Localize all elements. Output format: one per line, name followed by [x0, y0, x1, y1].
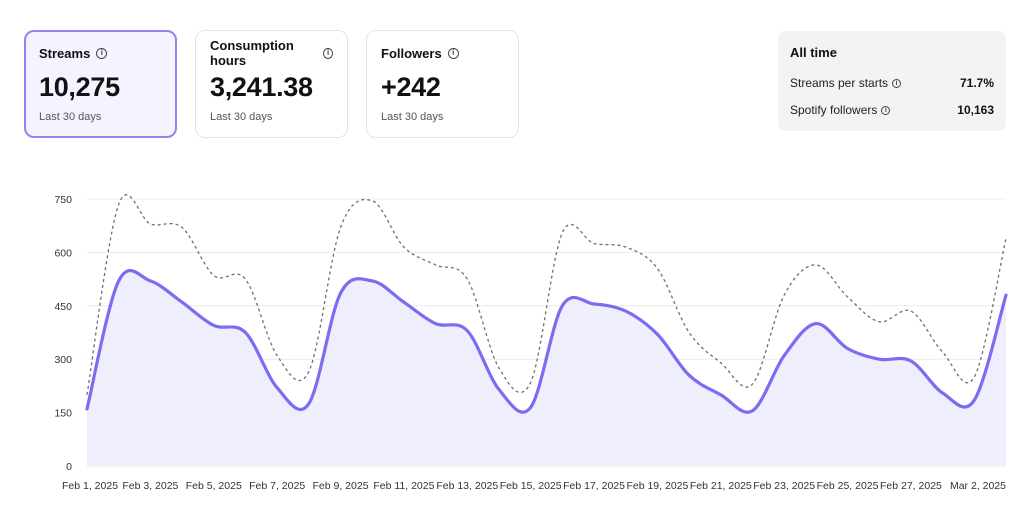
comparison-point	[85, 393, 89, 397]
x-tick-label: Feb 5, 2025	[186, 480, 242, 492]
streams-point	[941, 391, 945, 395]
x-tick-label: Feb 17, 2025	[563, 480, 625, 492]
comparison-point	[339, 225, 343, 229]
comparison-point	[370, 199, 374, 203]
streams-area	[87, 270, 1006, 466]
streams-point	[972, 398, 976, 402]
streams-point	[370, 279, 374, 283]
comparison-point	[180, 225, 184, 229]
streams-point	[497, 387, 501, 391]
y-tick-label: 300	[54, 354, 72, 366]
streams-point	[339, 291, 343, 295]
x-tick-label: Feb 27, 2025	[880, 480, 942, 492]
streams-point	[148, 279, 152, 283]
x-tick-label: Feb 23, 2025	[753, 480, 815, 492]
streams-point	[465, 329, 469, 333]
y-tick-label: 0	[66, 461, 72, 473]
comparison-point	[655, 266, 659, 270]
streams-point	[877, 357, 881, 361]
comparison-point	[750, 382, 754, 386]
x-tick-label: Feb 25, 2025	[817, 480, 879, 492]
x-tick-label: Feb 1, 2025	[62, 480, 118, 492]
streams-chart: 0 150 300 450 600 750 Feb 1, 2025 Feb 3, 2025 Fe…	[54, 194, 1008, 492]
comparison-point	[117, 202, 121, 206]
comparison-point	[782, 293, 786, 297]
comparison-point	[909, 309, 913, 313]
streams-point	[655, 332, 659, 336]
streams-point	[180, 300, 184, 304]
streams-point	[814, 322, 818, 326]
comparison-point	[560, 231, 564, 235]
streams-point	[719, 393, 723, 397]
comparison-point	[243, 277, 247, 281]
comparison-point	[465, 277, 469, 281]
streams-point	[117, 279, 121, 283]
comparison-point	[719, 361, 723, 365]
comparison-point	[624, 245, 628, 249]
comparison-point	[148, 222, 152, 226]
x-tick-label: Feb 3, 2025	[122, 480, 178, 492]
streams-point	[307, 402, 311, 406]
y-tick-label: 600	[54, 247, 72, 259]
comparison-point	[212, 274, 216, 278]
comparison-point	[877, 320, 881, 324]
streams-point	[402, 300, 406, 304]
x-tick-label: Feb 7, 2025	[249, 480, 305, 492]
x-tick-label: Feb 13, 2025	[436, 480, 498, 492]
streams-point	[560, 304, 564, 308]
streams-point	[212, 323, 216, 327]
streams-point	[782, 354, 786, 358]
streams-point	[434, 322, 438, 326]
comparison-point	[275, 354, 279, 358]
y-tick-label: 750	[54, 194, 72, 206]
comparison-point	[972, 375, 976, 379]
x-tick-label: Feb 9, 2025	[312, 480, 368, 492]
x-tick-label: Feb 15, 2025	[500, 480, 562, 492]
x-tick-label: Feb 19, 2025	[626, 480, 688, 492]
comparison-point	[434, 263, 438, 267]
comparison-point	[402, 245, 406, 249]
streams-point	[687, 373, 691, 377]
comparison-point	[529, 380, 533, 384]
streams-point	[1004, 293, 1008, 297]
streams-point	[624, 309, 628, 313]
streams-point	[750, 409, 754, 413]
comparison-point	[1004, 236, 1008, 240]
streams-point	[85, 407, 89, 411]
streams-point	[592, 302, 596, 306]
x-tick-label: Feb 21, 2025	[690, 480, 752, 492]
comparison-point	[592, 242, 596, 246]
streams-point	[243, 331, 247, 335]
comparison-point	[814, 263, 818, 267]
streams-point	[846, 347, 850, 351]
comparison-point	[687, 331, 691, 335]
comparison-point	[497, 366, 501, 370]
streams-point	[275, 386, 279, 390]
comparison-point	[846, 295, 850, 299]
streams-point	[909, 359, 913, 363]
x-tick-label: Mar 2, 2025	[950, 480, 1006, 492]
streams-point	[529, 405, 533, 409]
x-tick-label: Feb 11, 2025	[373, 480, 434, 492]
y-tick-label: 150	[54, 408, 72, 420]
comparison-point	[941, 350, 945, 354]
comparison-point	[307, 370, 311, 374]
y-tick-label: 450	[54, 301, 72, 313]
